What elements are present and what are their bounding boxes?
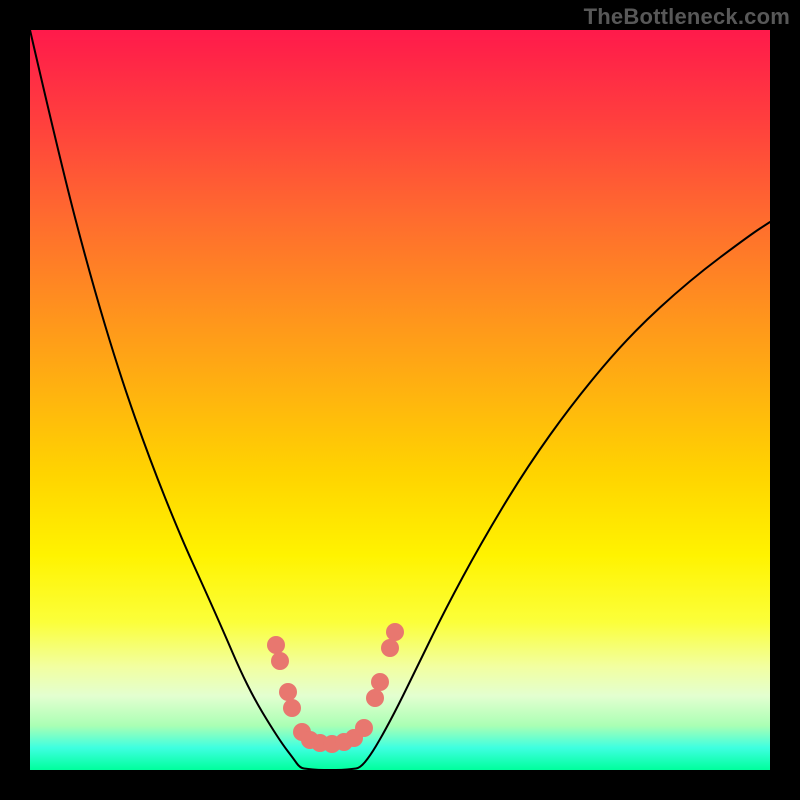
marker-dot [279, 683, 297, 701]
marker-dot [366, 689, 384, 707]
marker-dot [271, 652, 289, 670]
marker-dot [267, 636, 285, 654]
watermark-text: TheBottleneck.com [584, 4, 790, 30]
marker-dot [371, 673, 389, 691]
marker-dot [386, 623, 404, 641]
bottleneck-curve [30, 30, 770, 770]
chart-frame: TheBottleneck.com [0, 0, 800, 800]
marker-dot [381, 639, 399, 657]
curve-svg [30, 30, 770, 770]
marker-dot [355, 719, 373, 737]
plot-area [30, 30, 770, 770]
marker-dot [283, 699, 301, 717]
